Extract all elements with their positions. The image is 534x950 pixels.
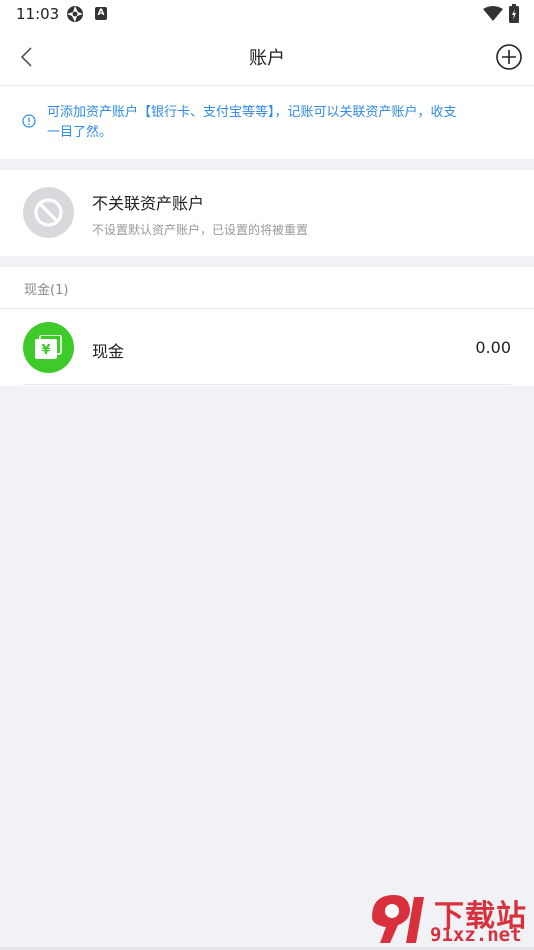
notice-banner: 可添加资产账户【银行卡、支付宝等等】，记账可以关联资产账户，收支一目了然。 排序 xyxy=(0,86,534,223)
cash-wallet-icon: ¥ xyxy=(23,322,74,373)
account-balance: 0.00 xyxy=(475,338,511,357)
app-header: 账户 xyxy=(0,28,534,86)
a-badge-icon: A xyxy=(95,7,107,20)
aperture-icon xyxy=(67,6,83,22)
wifi-icon xyxy=(483,6,503,21)
section-header: 现金(1) xyxy=(24,283,69,298)
page-title: 账户 xyxy=(249,48,285,69)
divider xyxy=(0,308,534,309)
cash-section: 现金(1) ¥ 现金 0.00 xyxy=(0,267,534,386)
no-link-subtitle: 不设置默认资产账户，已设置的将被重置 xyxy=(92,223,309,237)
svg-text:¥: ¥ xyxy=(41,343,50,358)
watermark-logo-icon xyxy=(372,895,424,943)
no-link-account-option[interactable]: 不关联资产账户 不设置默认资产账户，已设置的将被重置 xyxy=(0,170,534,256)
watermark-url: 91xz.net xyxy=(430,924,522,946)
status-bar: 11:03 A xyxy=(0,0,534,28)
divider xyxy=(23,384,511,385)
battery-charging-icon xyxy=(509,4,519,23)
prohibited-icon xyxy=(23,187,74,238)
watermark: 下载站 91xz.net xyxy=(364,887,534,950)
plus-circle-icon[interactable] xyxy=(495,43,523,71)
account-name[interactable]: 现金 xyxy=(92,338,124,362)
status-time: 11:03 xyxy=(16,5,60,23)
notice-text: 可添加资产账户【银行卡、支付宝等等】，记账可以关联资产账户，收支一目了然。 xyxy=(47,105,457,140)
no-link-title: 不关联资产账户 xyxy=(92,194,205,213)
info-icon xyxy=(22,114,36,128)
